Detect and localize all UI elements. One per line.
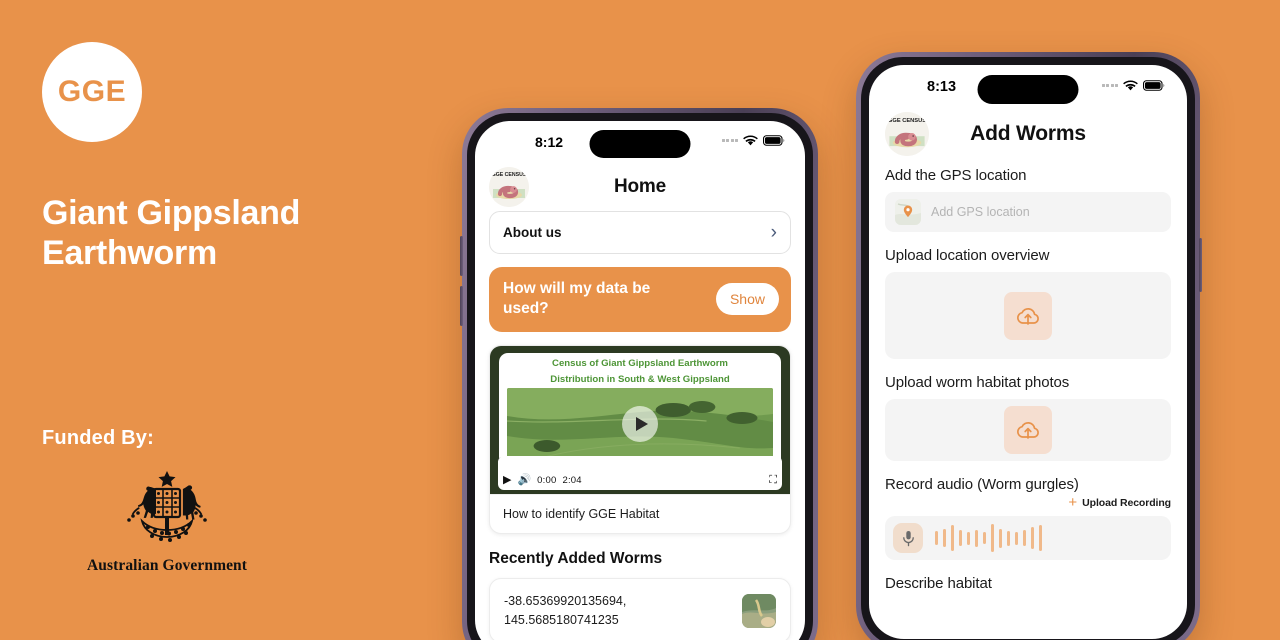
left-branding-panel: GGE Giant Gippsland Earthworm Funded By: xyxy=(42,42,442,602)
video-duration: 2:04 xyxy=(562,474,582,486)
fullscreen-icon[interactable]: ⛶ xyxy=(769,474,777,486)
worm-coordinates: -38.65369920135694, 145.5685180741235 xyxy=(504,592,626,630)
waveform-bar xyxy=(1031,527,1034,549)
status-bar: 8:13 xyxy=(869,65,1187,109)
waveform-bar xyxy=(935,531,938,545)
data-usage-question: How will my data be used? xyxy=(503,280,651,318)
recently-added-worms-title: Recently Added Worms xyxy=(489,549,663,567)
status-time: 8:12 xyxy=(535,134,564,150)
dynamic-island xyxy=(589,130,691,158)
waveform-bar xyxy=(1023,530,1026,546)
gps-input-field[interactable]: Add GPS location xyxy=(885,192,1171,232)
waveform-bar xyxy=(951,525,954,551)
dynamic-island xyxy=(977,75,1079,104)
cloud-upload-icon xyxy=(1004,291,1052,340)
australian-government-logo: Australian Government xyxy=(82,467,252,575)
video-controls: ▶ 🔊 0:00 2:04 ⛶ xyxy=(498,455,782,490)
battery-icon xyxy=(763,135,785,146)
phone-mockup-home: 8:12 GGE CENSUS Home About us › How will… xyxy=(460,108,818,640)
status-indicators xyxy=(1101,80,1166,91)
data-usage-banner: How will my data be used? Show xyxy=(489,267,791,332)
screen-title: Add Worms xyxy=(970,122,1086,145)
status-bar: 8:12 xyxy=(475,121,805,163)
home-screen: 8:12 GGE CENSUS Home About us › How will… xyxy=(475,121,805,640)
waveform-bar xyxy=(983,532,986,544)
home-content: About us › How will my data be used? Sho… xyxy=(475,211,805,640)
location-overview-label: Upload location overview xyxy=(885,247,1050,264)
audio-waveform xyxy=(935,523,1042,553)
funded-by-label: Funded By: xyxy=(42,427,154,449)
describe-habitat-label: Describe habitat xyxy=(885,575,992,592)
screen-title: Home xyxy=(614,176,666,197)
battery-icon xyxy=(1143,80,1165,91)
microphone-button[interactable] xyxy=(893,523,923,553)
worm-list-item[interactable]: -38.65369920135694, 145.5685180741235 xyxy=(489,577,791,640)
video-caption: How to identify GGE Habitat xyxy=(490,493,790,533)
microphone-icon xyxy=(902,530,914,546)
video-card: Census of Giant Gippsland Earthworm Dist… xyxy=(489,344,791,534)
volume-icon[interactable]: 🔊 xyxy=(517,474,531,486)
worm-coordinates-lat: -38.65369920135694, xyxy=(504,593,627,608)
habitat-photo-icon xyxy=(742,593,776,628)
chevron-right-icon: › xyxy=(770,222,777,243)
location-overview-upload-box[interactable] xyxy=(885,272,1171,359)
play-icon[interactable]: ▶ xyxy=(503,474,511,486)
waveform-bar xyxy=(943,529,946,547)
page-title: Giant Gippsland Earthworm xyxy=(42,194,301,272)
app-header: GGE CENSUS Add Worms xyxy=(869,109,1187,159)
add-worms-form: Add the GPS location Add GPS location Up… xyxy=(869,167,1187,592)
cellular-signal-icon xyxy=(1101,84,1118,87)
status-time: 8:13 xyxy=(927,79,957,95)
add-worms-screen: 8:13 GGE CENSUS Add Worms Add the GPS lo… xyxy=(869,65,1187,639)
habitat-photos-upload-box[interactable] xyxy=(885,399,1171,461)
map-pin-icon xyxy=(895,199,921,225)
waveform-bar xyxy=(967,531,970,545)
wifi-icon xyxy=(743,135,758,146)
waveform-bar xyxy=(999,528,1002,548)
about-us-label: About us xyxy=(503,225,562,240)
gge-logo-badge: GGE xyxy=(42,42,142,142)
upload-recording-action[interactable]: + Upload Recording xyxy=(885,495,1171,510)
record-audio-label: Record audio (Worm gurgles) xyxy=(885,476,1079,493)
about-us-row[interactable]: About us › xyxy=(489,211,791,254)
marketing-banner: GGE Giant Gippsland Earthworm Funded By: xyxy=(0,0,1280,640)
video-thumbnail xyxy=(507,388,773,461)
plus-icon: + xyxy=(1068,494,1078,511)
volume-down-button[interactable] xyxy=(460,286,463,326)
app-header: GGE CENSUS Home xyxy=(475,163,805,211)
video-slide-title-line2: Distribution in South & West Gippsland xyxy=(550,373,730,385)
cellular-signal-icon xyxy=(721,139,738,142)
waveform-bar xyxy=(1039,525,1042,551)
commonwealth-coat-of-arms-icon xyxy=(127,471,207,542)
waveform-bar xyxy=(1015,531,1018,545)
waveform-bar xyxy=(975,529,978,547)
show-button[interactable]: Show xyxy=(715,283,779,316)
gps-section-label: Add the GPS location xyxy=(885,167,1027,184)
worm-coordinates-lng: 145.5685180741235 xyxy=(504,612,619,627)
volume-up-button[interactable] xyxy=(460,236,463,276)
play-button-overlay[interactable] xyxy=(622,406,658,443)
power-button[interactable] xyxy=(1199,238,1202,292)
waveform-bar xyxy=(959,530,962,546)
upload-recording-label: Upload Recording xyxy=(1082,496,1171,509)
worm-thumbnail xyxy=(742,593,776,628)
waveform-bar xyxy=(991,524,994,552)
cloud-upload-icon xyxy=(1004,406,1052,454)
phone-mockup-add-worms: 8:13 GGE CENSUS Add Worms Add the GPS lo… xyxy=(856,52,1202,640)
video-current-time: 0:00 xyxy=(537,474,557,486)
audio-recorder xyxy=(885,516,1171,560)
waveform-bar xyxy=(1007,530,1010,546)
wifi-icon xyxy=(1123,80,1138,91)
video-player[interactable]: Census of Giant Gippsland Earthworm Dist… xyxy=(490,345,790,494)
habitat-photos-label: Upload worm habitat photos xyxy=(885,374,1070,391)
gps-placeholder: Add GPS location xyxy=(931,205,1030,219)
status-indicators xyxy=(721,135,786,146)
gge-logo-text: GGE xyxy=(57,75,127,108)
funder-name: Australian Government xyxy=(86,557,248,574)
